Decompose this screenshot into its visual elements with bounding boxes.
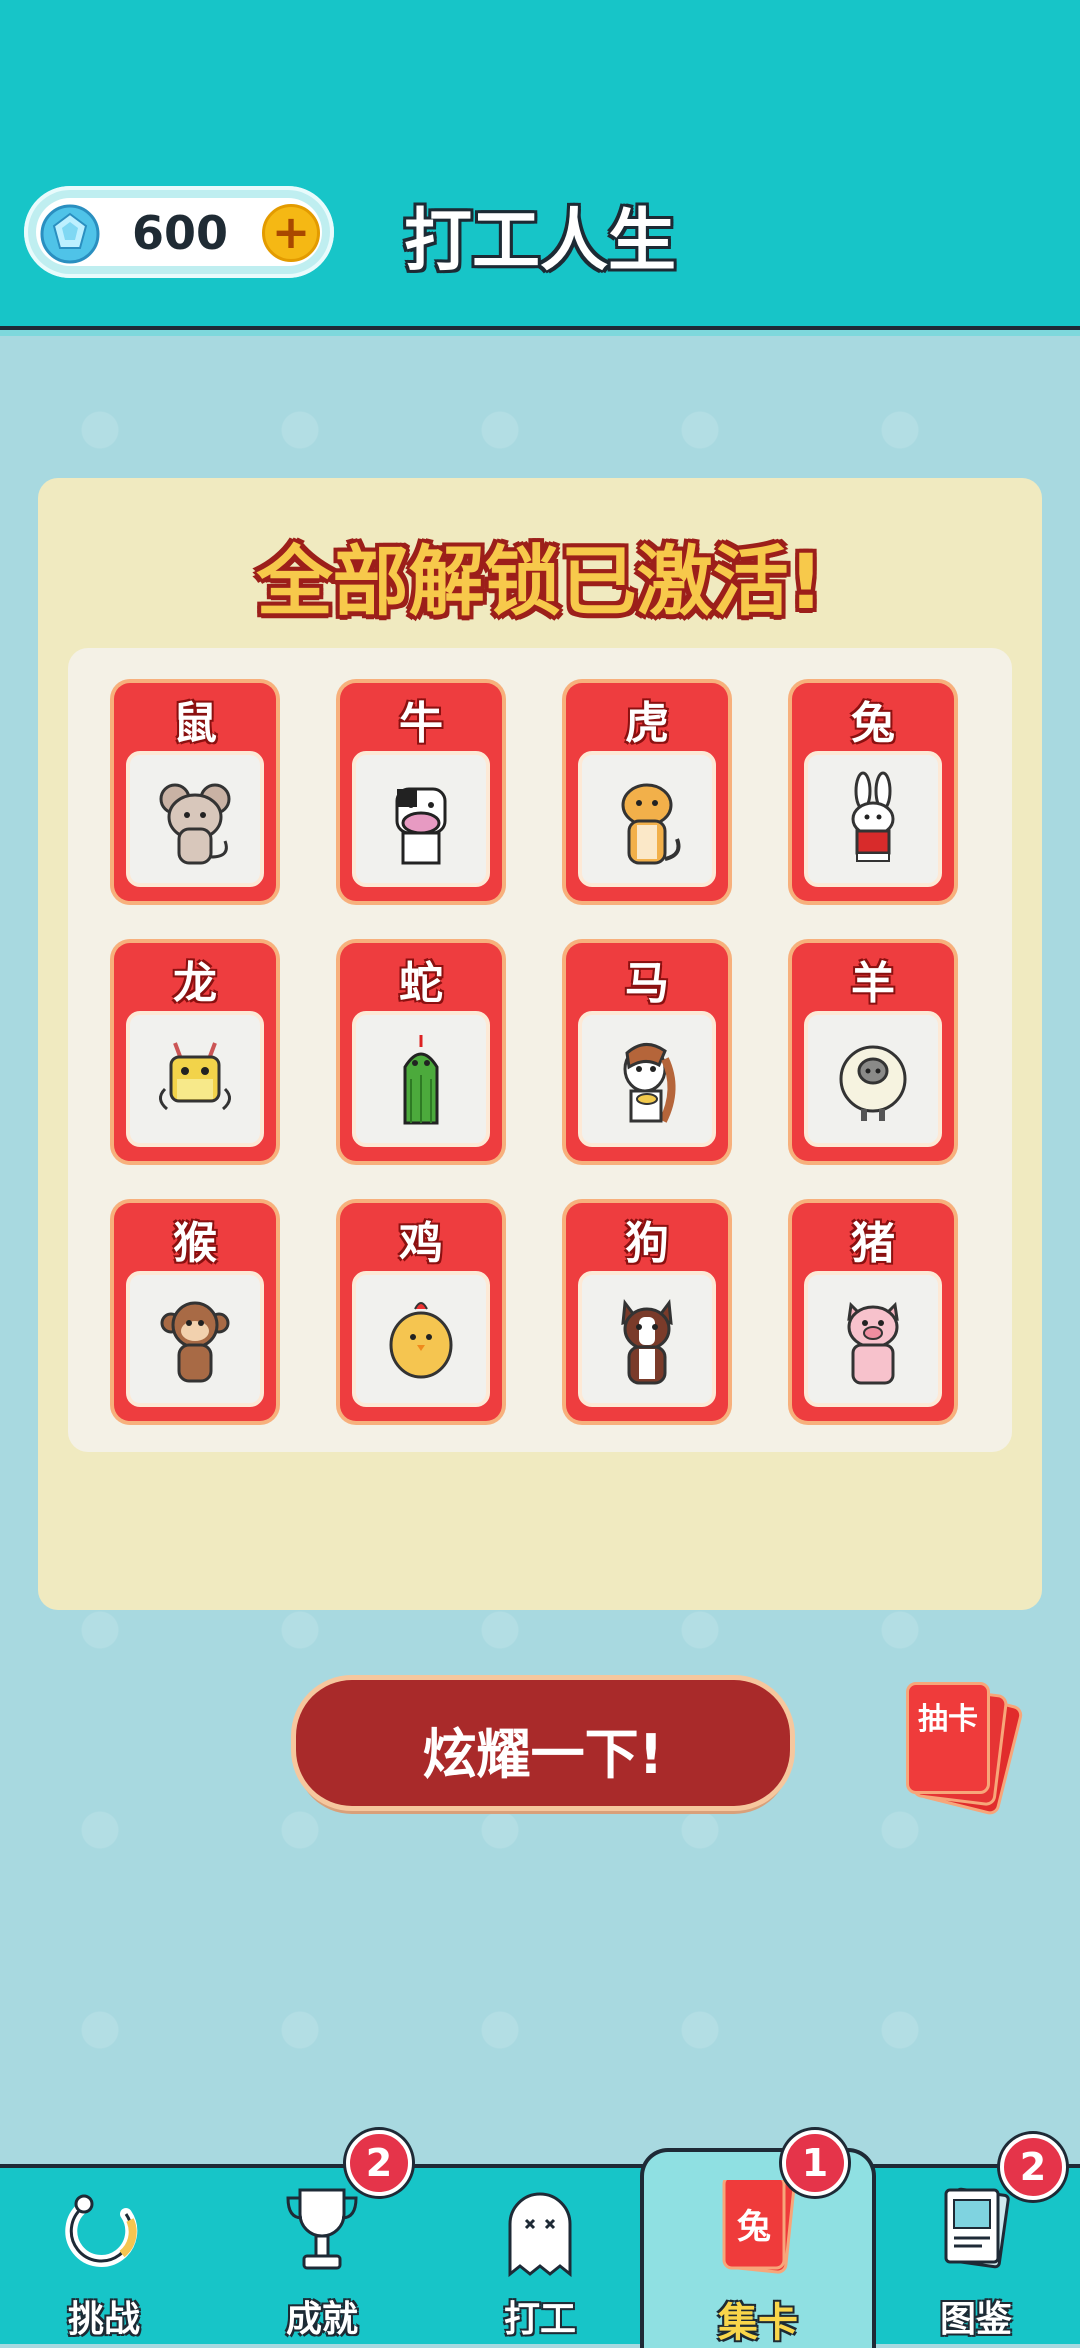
card-label: 猪: [851, 1218, 895, 1269]
dragon-icon: [126, 1011, 264, 1147]
rabbit-icon: [804, 751, 942, 887]
zodiac-card-sheep[interactable]: 羊: [792, 943, 954, 1161]
pig-icon: [804, 1271, 942, 1407]
collect-cards-badge: 1: [782, 2130, 848, 2196]
trophy-icon: [272, 2180, 372, 2280]
nav-item-catalog[interactable]: 图鉴: [876, 2180, 1076, 2340]
card-label: 猴: [173, 1218, 217, 1269]
svg-text:兔: 兔: [737, 2207, 771, 2247]
card-label: 虎: [625, 698, 669, 749]
card-label: 鸡: [399, 1218, 443, 1269]
card-label: 鼠: [173, 698, 217, 749]
tiger-icon: [578, 751, 716, 887]
nav-label: 打工: [503, 2299, 576, 2340]
dog-icon: [578, 1271, 716, 1407]
nav-item-work[interactable]: 打工: [440, 2180, 640, 2340]
card-label: 蛇: [399, 958, 443, 1009]
catalog-badge: 2: [1000, 2134, 1066, 2200]
ghost-icon: [490, 2180, 590, 2280]
zodiac-card-ox[interactable]: 牛: [340, 683, 502, 901]
zodiac-card-tiger[interactable]: 虎: [566, 683, 728, 901]
show-off-label: 炫耀一下!: [422, 1723, 664, 1786]
cow-icon: [352, 751, 490, 887]
card-label: 马: [625, 958, 669, 1009]
nav-item-challenge[interactable]: 挑战: [4, 2180, 204, 2340]
book-icon: [926, 2180, 1026, 2280]
card-label: 狗: [625, 1218, 669, 1269]
nav-label: 集卡: [718, 2300, 798, 2346]
zodiac-card-monkey[interactable]: 猴: [114, 1203, 276, 1421]
nav-item-collect-cards[interactable]: 兔 集卡: [658, 2174, 858, 2346]
card-label: 羊: [851, 958, 895, 1009]
zodiac-card-horse[interactable]: 马: [566, 943, 728, 1161]
zodiac-card-dog[interactable]: 狗: [566, 1203, 728, 1421]
sheep-icon: [804, 1011, 942, 1147]
nav-label: 图鉴: [939, 2299, 1012, 2340]
card-label: 兔: [851, 698, 895, 749]
achievements-badge: 2: [346, 2130, 412, 2196]
zodiac-card-snake[interactable]: 蛇: [340, 943, 502, 1161]
zodiac-card-pig[interactable]: 猪: [792, 1203, 954, 1421]
zodiac-card-rat[interactable]: 鼠: [114, 683, 276, 901]
page-title: 打工人生: [403, 202, 676, 281]
card-collect-icon: 兔: [708, 2174, 808, 2280]
card-label: 龙: [173, 958, 217, 1009]
monkey-icon: [126, 1271, 264, 1407]
zodiac-card-rabbit[interactable]: 兔: [792, 683, 954, 901]
nav-label: 挑战: [67, 2299, 140, 2340]
nav-item-achievements[interactable]: 成就: [222, 2180, 422, 2340]
challenge-icon: [54, 2180, 154, 2280]
chicken-icon: [352, 1271, 490, 1407]
zodiac-card-dragon[interactable]: 龙: [114, 943, 276, 1161]
nav-label: 成就: [285, 2299, 358, 2340]
draw-card-button[interactable]: 抽卡: [906, 1682, 1025, 1817]
snake-icon: [352, 1011, 490, 1147]
horse-icon: [578, 1011, 716, 1147]
zodiac-card-rooster[interactable]: 鸡: [340, 1203, 502, 1421]
card-label: 牛: [399, 698, 443, 749]
show-off-button[interactable]: 炫耀一下!: [296, 1680, 790, 1806]
draw-card-label: 抽卡: [918, 1702, 978, 1737]
rat-icon: [126, 751, 264, 887]
unlock-status-title: 全部解锁已激活!: [256, 537, 824, 626]
